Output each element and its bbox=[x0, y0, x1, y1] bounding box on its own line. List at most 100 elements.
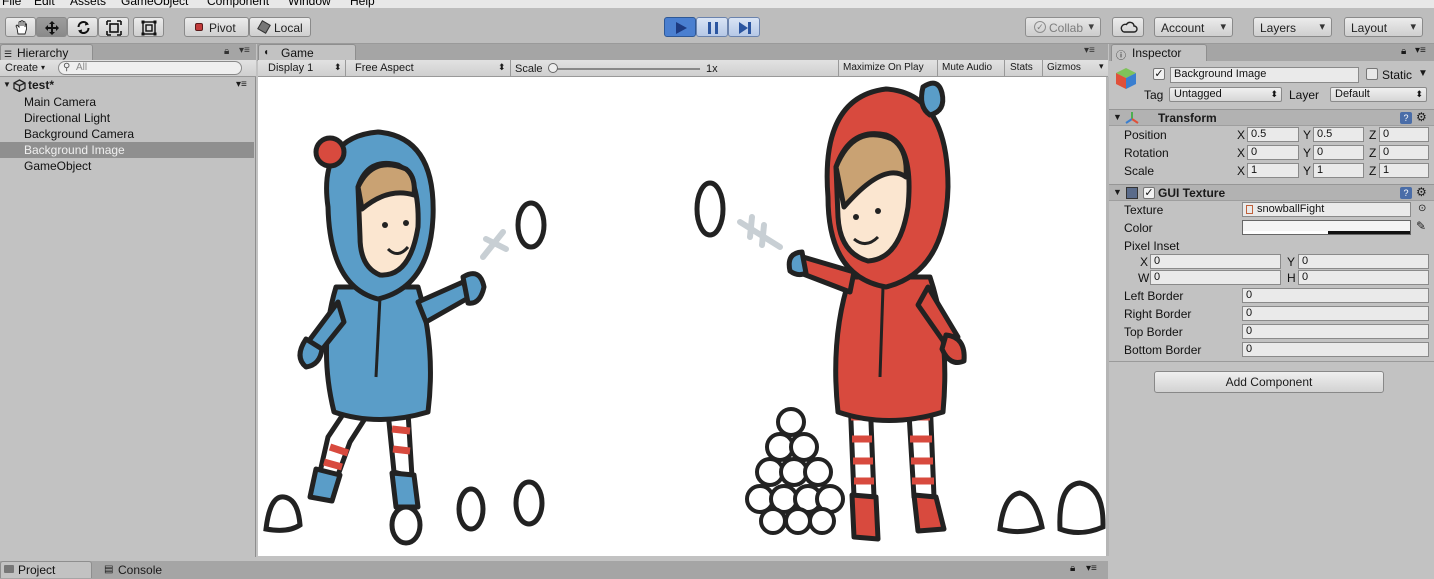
object-name-field[interactable]: Background Image bbox=[1170, 67, 1359, 83]
transform-header[interactable]: ▼ Transform ? ⚙ bbox=[1109, 109, 1434, 126]
stats-toggle[interactable]: Stats bbox=[1004, 60, 1041, 76]
rotation-z-field[interactable]: 0 bbox=[1379, 145, 1429, 160]
maximize-on-play-toggle[interactable]: Maximize On Play bbox=[838, 60, 936, 76]
mute-audio-toggle[interactable]: Mute Audio bbox=[937, 60, 1003, 76]
tab-project[interactable]: Project bbox=[0, 561, 92, 578]
rotate-tool-button[interactable] bbox=[67, 17, 98, 37]
hierarchy-item-directional-light[interactable]: Directional Light bbox=[0, 110, 254, 126]
help-icon[interactable]: ? bbox=[1400, 187, 1412, 199]
inset-h-field[interactable]: 0 bbox=[1298, 270, 1429, 285]
tab-inspector[interactable]: ⓘ Inspector bbox=[1111, 44, 1207, 62]
info-icon: ⓘ bbox=[1116, 51, 1126, 62]
bottom-lock-icon[interactable]: 🔒︎ bbox=[1070, 563, 1075, 574]
position-z-field[interactable]: 0 bbox=[1379, 127, 1429, 142]
inspector-lock-icon[interactable]: 🔒︎ bbox=[1401, 46, 1406, 57]
rect-tool-button[interactable] bbox=[133, 17, 164, 37]
step-button[interactable] bbox=[728, 17, 760, 37]
stats-label: Stats bbox=[1010, 62, 1033, 73]
menu-help[interactable]: Help bbox=[350, 0, 375, 8]
pacman-icon: ◖ bbox=[263, 47, 270, 58]
move-tool-button[interactable] bbox=[36, 17, 67, 37]
help-icon[interactable]: ? bbox=[1400, 112, 1412, 124]
right-border-field[interactable]: 0 bbox=[1242, 306, 1429, 321]
top-border-field[interactable]: 0 bbox=[1242, 324, 1429, 339]
static-checkbox[interactable] bbox=[1366, 68, 1378, 80]
layer-dropdown[interactable]: Default bbox=[1330, 87, 1427, 102]
hierarchy-item-background-image[interactable]: Background Image bbox=[0, 142, 254, 158]
hierarchy-item-main-camera[interactable]: Main Camera bbox=[0, 94, 254, 110]
scale-y-field[interactable]: 1 bbox=[1313, 163, 1364, 178]
menu-edit[interactable]: Edit bbox=[34, 0, 55, 8]
tag-dropdown[interactable]: Untagged bbox=[1169, 87, 1282, 102]
tab-game[interactable]: ◖ Game bbox=[258, 44, 356, 61]
color-field[interactable] bbox=[1242, 220, 1411, 235]
rotation-y-field[interactable]: 0 bbox=[1313, 145, 1364, 160]
pause-button[interactable] bbox=[696, 17, 728, 37]
create-dropdown[interactable]: Create bbox=[5, 62, 38, 74]
menu-window[interactable]: Window bbox=[288, 0, 331, 8]
scene-name[interactable]: test* bbox=[28, 78, 54, 92]
layers-dropdown[interactable]: Layers bbox=[1253, 17, 1332, 37]
panel-menu-icon[interactable]: ▾≡ bbox=[239, 45, 250, 56]
eyedropper-icon[interactable]: ✎ bbox=[1416, 219, 1426, 233]
tab-hierarchy[interactable]: ☰ Hierarchy bbox=[0, 44, 93, 61]
gui-texture-header[interactable]: ▼ ✓ GUI Texture ? ⚙ bbox=[1109, 184, 1434, 201]
add-component-button[interactable]: Add Component bbox=[1154, 371, 1384, 393]
scale-z-field[interactable]: 1 bbox=[1379, 163, 1429, 178]
position-y-field[interactable]: 0.5 bbox=[1313, 127, 1364, 142]
lock-icon[interactable]: 🔒︎ bbox=[224, 46, 229, 57]
scale-tool-button[interactable] bbox=[98, 17, 129, 37]
rotation-z-letter: Z bbox=[1369, 146, 1377, 160]
folder-icon bbox=[4, 565, 14, 573]
scale-slider-thumb[interactable] bbox=[548, 63, 558, 73]
tab-console[interactable]: ▤ Console bbox=[100, 562, 190, 579]
rotation-x-field[interactable]: 0 bbox=[1247, 145, 1299, 160]
display-dropdown[interactable]: Display 1 ⬍ bbox=[258, 60, 346, 76]
inspector-menu-icon[interactable]: ▾≡ bbox=[1415, 45, 1426, 56]
static-dropdown-icon[interactable]: ▼ bbox=[1418, 68, 1428, 79]
aspect-dropdown[interactable]: Free Aspect ⬍ bbox=[347, 60, 511, 76]
expand-arrow-icon[interactable]: ▼ bbox=[3, 80, 11, 89]
gizmos-dropdown[interactable]: Gizmos ▾ bbox=[1042, 60, 1108, 76]
position-x-field[interactable]: 0.5 bbox=[1247, 127, 1299, 142]
game-panel-menu-icon[interactable]: ▾≡ bbox=[1084, 45, 1095, 56]
collab-dropdown[interactable]: ✓ Collab bbox=[1025, 17, 1101, 37]
bottom-menu-icon[interactable]: ▾≡ bbox=[1086, 563, 1097, 574]
inset-x-field[interactable]: 0 bbox=[1150, 254, 1281, 269]
layout-dropdown[interactable]: Layout bbox=[1344, 17, 1423, 37]
left-border-field[interactable]: 0 bbox=[1242, 288, 1429, 303]
position-z-letter: Z bbox=[1369, 128, 1377, 142]
menu-assets[interactable]: Assets bbox=[70, 0, 106, 8]
gui-texture-enabled-checkbox[interactable]: ✓ bbox=[1143, 187, 1155, 199]
menu-file[interactable]: File bbox=[2, 0, 21, 8]
gear-icon[interactable]: ⚙ bbox=[1416, 110, 1427, 124]
scale-slider-track[interactable] bbox=[552, 68, 700, 70]
menu-component[interactable]: Component bbox=[207, 0, 269, 8]
display-label: Display 1 bbox=[268, 62, 314, 74]
scale-x-field[interactable]: 1 bbox=[1247, 163, 1299, 178]
hierarchy-item-gameobject[interactable]: GameObject bbox=[0, 158, 254, 174]
hierarchy-search-input[interactable]: ⚲ All bbox=[58, 61, 242, 75]
local-toggle-button[interactable]: Local bbox=[249, 17, 311, 37]
active-checkbox[interactable]: ✓ bbox=[1153, 68, 1165, 80]
game-view[interactable] bbox=[258, 77, 1106, 556]
gear-icon[interactable]: ⚙ bbox=[1416, 185, 1427, 199]
texture-field[interactable]: snowballFight bbox=[1242, 202, 1411, 217]
inset-w-field[interactable]: 0 bbox=[1150, 270, 1281, 285]
inspector-tab-label: Inspector bbox=[1132, 46, 1182, 60]
hand-tool-button[interactable] bbox=[5, 17, 36, 37]
search-placeholder: All bbox=[76, 62, 88, 73]
object-picker-icon[interactable]: ⊙ bbox=[1418, 203, 1426, 214]
pivot-toggle-button[interactable]: Pivot bbox=[184, 17, 249, 37]
cloud-button[interactable] bbox=[1112, 17, 1144, 37]
game-tab-label: Game bbox=[281, 46, 314, 60]
inset-y-field[interactable]: 0 bbox=[1298, 254, 1429, 269]
rotate-icon bbox=[77, 21, 90, 34]
hierarchy-item-background-camera[interactable]: Background Camera bbox=[0, 126, 254, 142]
account-dropdown[interactable]: Account bbox=[1154, 17, 1233, 37]
menu-gameobject[interactable]: GameObject bbox=[121, 0, 188, 8]
scene-menu-icon[interactable]: ▾≡ bbox=[236, 79, 247, 90]
play-button[interactable] bbox=[664, 17, 696, 37]
checkmark-circle-icon: ✓ bbox=[1034, 21, 1046, 33]
bottom-border-field[interactable]: 0 bbox=[1242, 342, 1429, 357]
